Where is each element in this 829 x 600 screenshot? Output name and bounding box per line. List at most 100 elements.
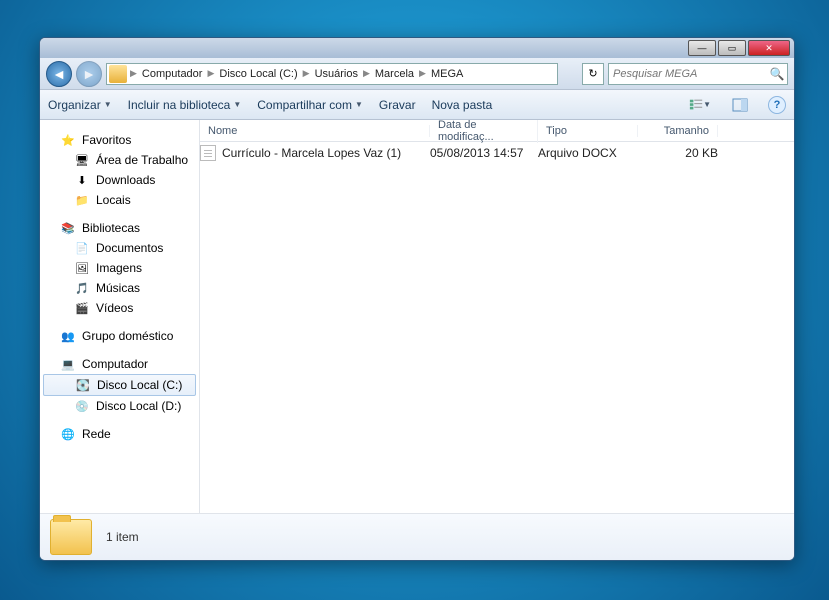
sidebar-music[interactable]: 🎵 Músicas — [40, 278, 199, 298]
sidebar: ⭐Favoritos 🖥Área de Trabalho ⬇Downloads … — [40, 120, 200, 513]
crumb-mega[interactable]: MEGA — [427, 68, 467, 80]
sidebar-videos[interactable]: 🎬 Vídeos — [40, 298, 199, 318]
column-header-name[interactable]: Nome — [200, 125, 430, 137]
libraries-icon: 📚 — [60, 220, 76, 236]
sidebar-pictures[interactable]: 🖼 Imagens — [40, 258, 199, 278]
details-pane: 1 item — [40, 513, 794, 560]
new-folder-button[interactable]: Nova pasta — [432, 98, 493, 112]
chevron-right-icon[interactable]: ▶ — [129, 68, 138, 79]
sidebar-item-label: Computador — [82, 357, 148, 371]
sidebar-item-label: Bibliotecas — [82, 221, 140, 235]
search-input[interactable] — [609, 68, 767, 80]
videos-icon: 🎬 — [74, 300, 90, 316]
sidebar-item-label: Documentos — [96, 241, 163, 255]
sidebar-item-label: Disco Local (D:) — [96, 399, 181, 413]
share-button[interactable]: Compartilhar com ▼ — [257, 98, 363, 112]
chevron-right-icon[interactable]: ▶ — [302, 68, 311, 79]
column-header-date[interactable]: Data de modificaç... — [430, 120, 538, 143]
sidebar-documents[interactable]: 📄 Documentos — [40, 238, 199, 258]
search-box[interactable]: 🔍 — [608, 63, 788, 85]
back-button[interactable]: ◄ — [46, 61, 72, 87]
sidebar-favorites[interactable]: ⭐ Favoritos — [40, 130, 199, 150]
organize-label: Organizar — [48, 98, 101, 112]
burn-button[interactable]: Gravar — [379, 98, 416, 112]
details-count: 1 item — [106, 530, 139, 544]
chevron-down-icon: ▼ — [104, 100, 112, 109]
docx-icon — [200, 145, 216, 161]
sidebar-homegroup[interactable]: 👥 Grupo doméstico — [40, 326, 199, 346]
star-icon: ⭐ — [60, 132, 76, 148]
sidebar-item-label: Disco Local (C:) — [97, 378, 182, 392]
pictures-icon: 🖼 — [74, 260, 90, 276]
drive-icon: 💽 — [75, 377, 91, 393]
share-label: Compartilhar com — [257, 98, 352, 112]
file-row[interactable]: Currículo - Marcela Lopes Vaz (1) 05/08/… — [200, 142, 794, 164]
sidebar-item-label: Imagens — [96, 261, 142, 275]
chevron-down-icon: ▼ — [703, 100, 711, 109]
network-icon: 🌐 — [60, 426, 76, 442]
sidebar-desktop[interactable]: 🖥 Área de Trabalho — [40, 150, 199, 170]
documents-icon: 📄 — [74, 240, 90, 256]
crumb-users[interactable]: Usuários — [311, 68, 362, 80]
body: ⭐Favoritos 🖥Área de Trabalho ⬇Downloads … — [40, 120, 794, 513]
chevron-right-icon[interactable]: ▶ — [206, 68, 215, 79]
homegroup-icon: 👥 — [60, 328, 76, 344]
file-size: 20 KB — [638, 146, 718, 160]
view-options-button[interactable]: ▼ — [688, 94, 712, 116]
maximize-button[interactable]: ▭ — [718, 40, 746, 56]
help-button[interactable]: ? — [768, 96, 786, 114]
sidebar-item-label: Área de Trabalho — [96, 153, 188, 167]
chevron-down-icon: ▼ — [355, 100, 363, 109]
crumb-disk-c[interactable]: Disco Local (C:) — [215, 68, 301, 80]
refresh-button[interactable]: ↻ — [582, 63, 604, 85]
sidebar-item-label: Rede — [82, 427, 111, 441]
include-library-button[interactable]: Incluir na biblioteca ▼ — [128, 98, 242, 112]
sidebar-disk-c[interactable]: 💽 Disco Local (C:) — [43, 374, 196, 396]
search-icon[interactable]: 🔍 — [767, 67, 787, 81]
sidebar-disk-d[interactable]: 💿 Disco Local (D:) — [40, 396, 199, 416]
column-header-size[interactable]: Tamanho — [638, 125, 718, 137]
sidebar-item-label: Músicas — [96, 281, 140, 295]
drive-icon: 💿 — [74, 398, 90, 414]
forward-button[interactable]: ► — [76, 61, 102, 87]
explorer-window: — ▭ ✕ ◄ ► ▶ Computador ▶ Disco Local (C:… — [39, 37, 795, 561]
chevron-right-icon[interactable]: ▶ — [418, 68, 427, 79]
file-type: Arquivo DOCX — [538, 146, 638, 160]
close-button[interactable]: ✕ — [748, 40, 790, 56]
chevron-down-icon: ▼ — [233, 100, 241, 109]
preview-pane-button[interactable] — [728, 94, 752, 116]
sidebar-item-label: Locais — [96, 193, 131, 207]
folder-icon — [109, 65, 127, 83]
computer-icon: 💻 — [60, 356, 76, 372]
sidebar-item-label: Vídeos — [96, 301, 133, 315]
music-icon: 🎵 — [74, 280, 90, 296]
sidebar-item-label: Favoritos — [82, 133, 131, 147]
file-list: Currículo - Marcela Lopes Vaz (1) 05/08/… — [200, 142, 794, 513]
minimize-button[interactable]: — — [688, 40, 716, 56]
crumb-marcela[interactable]: Marcela — [371, 68, 418, 80]
sidebar-network[interactable]: 🌐 Rede — [40, 424, 199, 444]
main-pane: Nome Data de modificaç... Tipo Tamanho C… — [200, 120, 794, 513]
sidebar-item-label: Downloads — [96, 173, 155, 187]
organize-button[interactable]: Organizar ▼ — [48, 98, 112, 112]
column-header-type[interactable]: Tipo — [538, 125, 638, 137]
navbar: ◄ ► ▶ Computador ▶ Disco Local (C:) ▶ Us… — [40, 58, 794, 90]
file-name: Currículo - Marcela Lopes Vaz (1) — [222, 146, 401, 160]
sidebar-places[interactable]: 📁 Locais — [40, 190, 199, 210]
places-icon: 📁 — [74, 192, 90, 208]
breadcrumb[interactable]: ▶ Computador ▶ Disco Local (C:) ▶ Usuári… — [106, 63, 558, 85]
titlebar: — ▭ ✕ — [40, 38, 794, 58]
folder-icon — [50, 519, 92, 555]
sidebar-item-label: Grupo doméstico — [82, 329, 173, 343]
column-header-row: Nome Data de modificaç... Tipo Tamanho — [200, 120, 794, 142]
chevron-right-icon[interactable]: ▶ — [362, 68, 371, 79]
sidebar-libraries[interactable]: 📚 Bibliotecas — [40, 218, 199, 238]
sidebar-downloads[interactable]: ⬇ Downloads — [40, 170, 199, 190]
file-date: 05/08/2013 14:57 — [430, 146, 538, 160]
toolbar: Organizar ▼ Incluir na biblioteca ▼ Comp… — [40, 90, 794, 120]
sidebar-computer[interactable]: 💻 Computador — [40, 354, 199, 374]
include-label: Incluir na biblioteca — [128, 98, 231, 112]
download-icon: ⬇ — [74, 172, 90, 188]
desktop-icon: 🖥 — [74, 152, 90, 168]
crumb-computer[interactable]: Computador — [138, 68, 207, 80]
